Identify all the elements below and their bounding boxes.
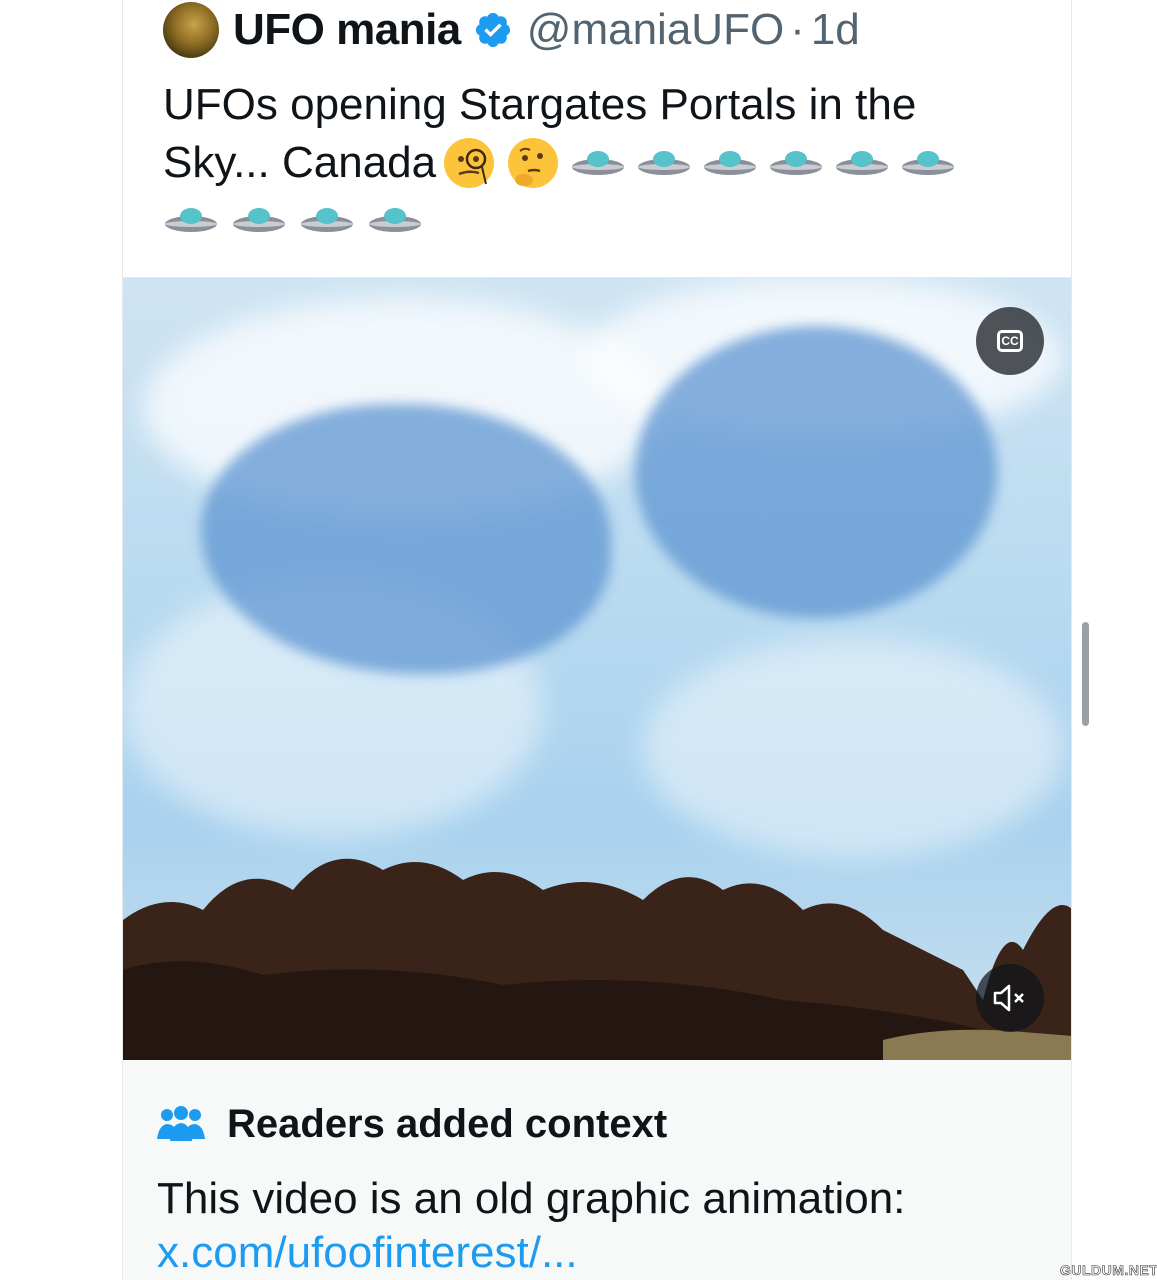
flying-saucer-icon [902, 151, 955, 175]
captions-button[interactable]: CC [976, 307, 1044, 375]
flying-saucer-icon [770, 151, 823, 175]
community-notes-header: Readers added context [157, 1102, 667, 1147]
people-icon [157, 1105, 205, 1141]
avatar[interactable] [163, 2, 219, 58]
community-notes-title: Readers added context [227, 1102, 668, 1146]
watermark: GULDUM.NET [1060, 1262, 1157, 1279]
flying-saucer-icon [165, 208, 217, 232]
community-notes-link[interactable]: x.com/ufoofinterest/... [157, 1226, 578, 1280]
monocle-face-icon [444, 138, 495, 188]
tree-line [123, 858, 1071, 1060]
flying-saucer-icon [369, 208, 421, 232]
tweet-header: UFO mania @maniaUFO · 1d [163, 2, 860, 58]
mute-button[interactable] [976, 964, 1044, 1032]
tweet-video[interactable]: CC [123, 277, 1071, 1061]
scrollbar[interactable] [1082, 622, 1089, 726]
handle[interactable]: @maniaUFO [527, 5, 784, 55]
emoji-row-2 [163, 204, 423, 236]
flying-saucer-icon [233, 208, 285, 232]
emoji-row-1 [442, 136, 956, 190]
community-notes: Readers added context This video is an o… [123, 1060, 1071, 1280]
tweet-card: UFO mania @maniaUFO · 1d UFOs opening St… [122, 0, 1072, 1280]
tweet-text-line-1: UFOs opening Stargates Portals in the [163, 80, 917, 129]
display-name[interactable]: UFO mania [233, 5, 461, 55]
captions-icon: CC [997, 330, 1023, 352]
separator-dot: · [790, 5, 805, 54]
tweet-text-line-2: Sky... Canada [163, 138, 437, 187]
flying-saucer-icon [704, 151, 757, 175]
timestamp[interactable]: 1d [811, 5, 860, 55]
flying-saucer-icon [638, 151, 691, 175]
speaker-muted-icon [993, 984, 1024, 1012]
tweet-text: UFOs opening Stargates Portals in the Sk… [163, 76, 1043, 192]
thinking-face-icon [508, 138, 559, 188]
flying-saucer-icon [572, 151, 625, 175]
verified-badge-icon [475, 12, 510, 48]
sky-portal-right [635, 326, 997, 618]
flying-saucer-icon [836, 151, 889, 175]
community-notes-body: This video is an old graphic animation: [157, 1174, 906, 1223]
flying-saucer-icon [301, 208, 353, 232]
